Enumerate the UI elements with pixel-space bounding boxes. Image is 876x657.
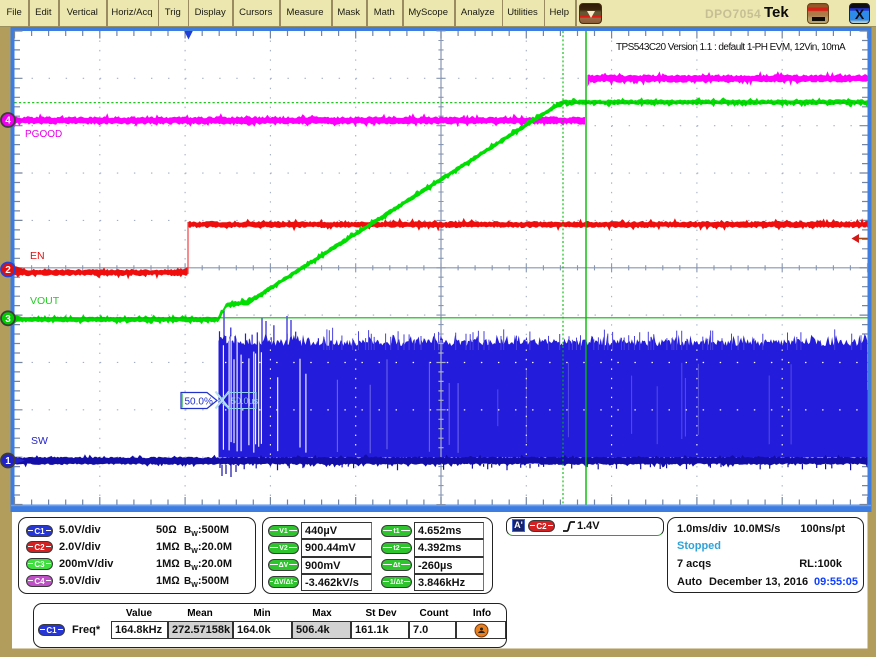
- svg-text:4: 4: [5, 116, 11, 127]
- svg-text:PGOOD: PGOOD: [25, 129, 62, 140]
- svg-text:3: 3: [5, 314, 11, 325]
- svg-text:VOUT: VOUT: [30, 295, 60, 307]
- svg-text:2: 2: [5, 265, 11, 276]
- svg-text:1: 1: [5, 456, 11, 467]
- svg-text:TPS543C20 Version 1.1 : defaul: TPS543C20 Version 1.1 : default 1-PH EVM…: [616, 42, 846, 53]
- svg-text:SW: SW: [31, 435, 48, 447]
- svg-text:50.0µs: 50.0µs: [231, 396, 259, 406]
- svg-text:50.0%: 50.0%: [185, 397, 213, 408]
- svg-text:EN: EN: [30, 250, 45, 262]
